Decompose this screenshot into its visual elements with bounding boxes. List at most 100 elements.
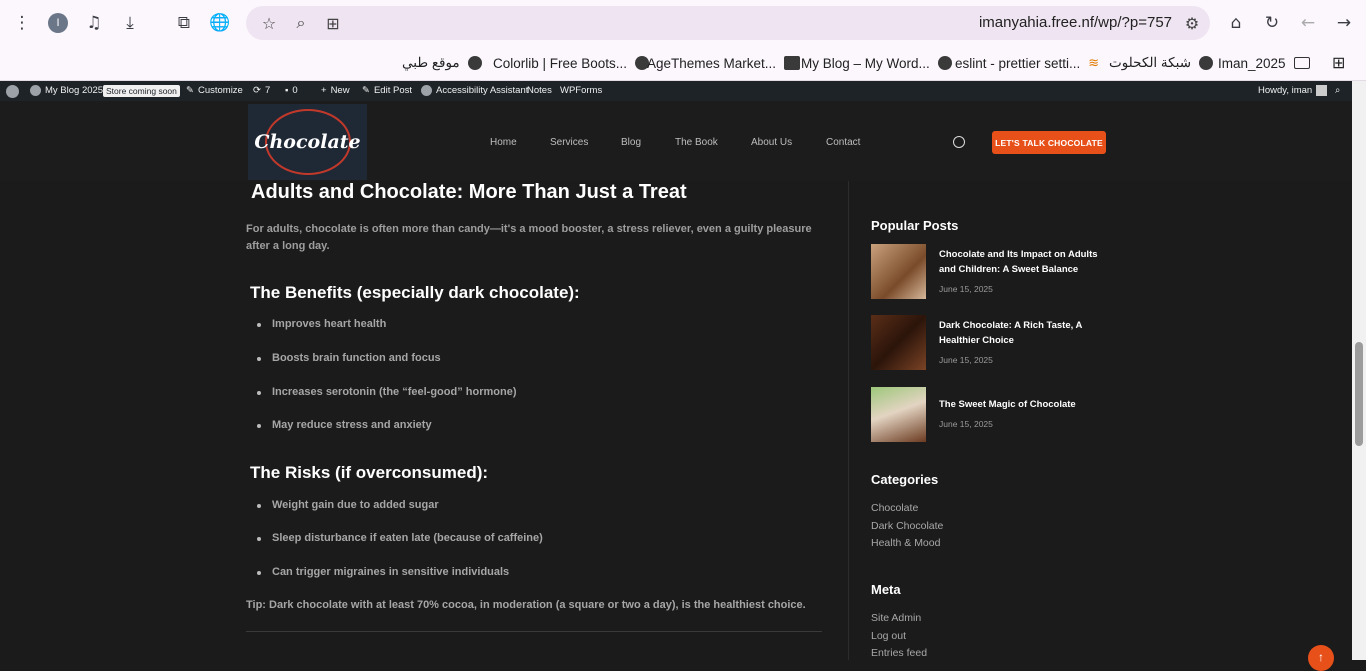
download-icon[interactable]: ⤓ — [118, 11, 142, 35]
popular-post-title[interactable]: The Sweet Magic of Chocolate — [939, 397, 1109, 412]
updates-link[interactable]: ⟳ 7 — [253, 85, 270, 96]
bookmark-star-icon[interactable]: ☆ — [257, 11, 281, 35]
bookmark-label: eslint - prettier setti... — [955, 55, 1081, 71]
bookmark-item[interactable]: Colorlib | Free Boots... — [493, 52, 650, 74]
comment-icon: ▪ — [285, 85, 289, 96]
admin-search-icon[interactable]: ⌕ — [1335, 85, 1340, 96]
list-item: Sleep disturbance if eaten late (because… — [272, 532, 543, 544]
scroll-to-top-button[interactable]: ↑ — [1308, 645, 1334, 671]
extension-globe-icon[interactable]: 🌐 — [208, 11, 232, 35]
bullet — [257, 391, 261, 395]
extensions-icon[interactable]: ⧉ — [172, 11, 196, 35]
address-bar[interactable]: ☆ ⌕ ⊞ imanyahia.free.nf/wp/?p=757 ⚙ — [246, 6, 1210, 40]
comments-link[interactable]: ▪ 0 — [285, 85, 298, 96]
back-icon[interactable]: ← — [1296, 11, 1320, 35]
site-logo[interactable]: Chocolate — [248, 104, 367, 180]
category-link[interactable]: Dark Chocolate — [871, 520, 943, 532]
site-settings-icon[interactable]: ⚙ — [1180, 11, 1204, 35]
menu-icon[interactable]: ⋮ — [10, 11, 34, 35]
wpforms-label: WPForms — [560, 85, 603, 96]
accessibility-label: Accessibility Assistant — [436, 85, 529, 96]
list-item: Increases serotonin (the “feel-good” hor… — [272, 386, 517, 398]
home-icon[interactable]: ⌂ — [1224, 11, 1248, 35]
bookmark-item[interactable]: موقع طبي — [402, 52, 482, 74]
store-badge[interactable]: Store coming soon — [103, 85, 180, 97]
updates-icon: ⟳ — [253, 85, 261, 96]
url-text[interactable]: imanyahia.free.nf/wp/?p=757 — [979, 14, 1172, 31]
logo-text: Chocolate — [254, 131, 361, 153]
meta-link[interactable]: Log out — [871, 630, 906, 642]
bullet — [257, 323, 261, 327]
bullet — [257, 504, 261, 508]
customize-link[interactable]: ✎ Customize — [186, 85, 243, 96]
reload-icon[interactable]: ↻ — [1260, 11, 1284, 35]
list-item: Improves heart health — [272, 318, 387, 330]
wp-logo-icon[interactable] — [6, 85, 19, 98]
nav-services[interactable]: Services — [550, 137, 588, 148]
cta-button[interactable]: LET'S TALK CHOCOLATE — [992, 131, 1106, 154]
scrollbar-thumb[interactable] — [1355, 342, 1363, 446]
bookmark-label: موقع طبي — [402, 55, 460, 70]
popular-post-date: June 15, 2025 — [939, 419, 993, 429]
bookmark-label: AgeThemes Market... — [647, 55, 777, 71]
bookmark-item[interactable]: My Blog – My Word... — [801, 52, 952, 74]
meta-link[interactable]: Entries feed — [871, 647, 927, 659]
meta-link[interactable]: Site Admin — [871, 612, 921, 624]
bookmark-item[interactable]: شبكة الكحلوت — [1109, 52, 1214, 74]
article-intro: For adults, chocolate is often more than… — [246, 223, 812, 252]
new-link[interactable]: + New — [321, 85, 350, 96]
article-divider — [246, 631, 822, 632]
globe-icon — [1199, 56, 1214, 70]
nav-home[interactable]: Home — [490, 137, 517, 148]
bookmark-label: شبكة الكحلوت — [1109, 55, 1192, 70]
popular-post-title[interactable]: Dark Chocolate: A Rich Taste, A Healthie… — [939, 318, 1109, 348]
wpforms-link[interactable]: WPForms — [560, 85, 602, 96]
nav-the-book[interactable]: The Book — [675, 137, 718, 148]
store-badge-label: Store coming soon — [103, 85, 180, 97]
avatar — [1316, 85, 1328, 96]
translate-icon[interactable]: ⊞ — [321, 11, 345, 35]
edit-post-link[interactable]: ✎ Edit Post — [362, 85, 412, 96]
brush-icon: ✎ — [186, 85, 194, 96]
bookmarks-bar: موقع طبي Colorlib | Free Boots... AgeThe… — [0, 46, 1366, 81]
site-name-label: My Blog 2025 — [45, 85, 104, 96]
dashboard-icon — [30, 85, 41, 96]
list-item: Weight gain due to added sugar — [272, 499, 439, 511]
post-thumbnail[interactable] — [871, 244, 926, 299]
category-link[interactable]: Health & Mood — [871, 537, 940, 549]
nav-contact[interactable]: Contact — [826, 137, 860, 148]
popular-post-date: June 15, 2025 — [939, 284, 993, 294]
bookmark-label: My Blog – My Word... — [801, 55, 930, 71]
popular-post-title[interactable]: Chocolate and Its Impact on Adults and C… — [939, 247, 1109, 277]
all-bookmarks-icon[interactable]: ⊞ — [1332, 52, 1345, 74]
list-item: Can trigger migraines in sensitive indiv… — [272, 566, 510, 578]
profile-button[interactable]: I — [46, 11, 70, 35]
category-link[interactable]: Chocolate — [871, 502, 918, 514]
account-menu[interactable]: Howdy, iman — [1258, 85, 1328, 96]
media-icon[interactable]: ♫ — [82, 11, 106, 35]
admin-site-name[interactable]: My Blog 2025 — [30, 85, 103, 96]
bookmark-item[interactable]: eslint - prettier setti... ≋ — [955, 52, 1099, 74]
bullet — [257, 537, 261, 541]
profile-avatar: I — [48, 13, 68, 33]
notes-label: Notes — [527, 85, 552, 96]
bullet — [257, 571, 261, 575]
search-icon[interactable] — [953, 136, 965, 148]
nav-about-us[interactable]: About Us — [751, 137, 792, 148]
globe-icon — [937, 56, 952, 70]
benefits-heading: The Benefits (especially dark chocolate)… — [250, 283, 580, 302]
accessibility-link[interactable]: Accessibility Assistant — [421, 85, 528, 96]
folder-icon — [1293, 57, 1310, 69]
post-thumbnail[interactable] — [871, 315, 926, 370]
zoom-icon[interactable]: ⌕ — [289, 11, 313, 35]
updates-count: 7 — [264, 85, 271, 96]
bullet — [257, 424, 261, 428]
site-icon — [784, 56, 801, 70]
notes-link[interactable]: Notes — [527, 85, 552, 96]
list-item: Boosts brain function and focus — [272, 352, 441, 364]
nav-blog[interactable]: Blog — [621, 137, 641, 148]
bookmark-folder[interactable]: Iman_2025 — [1218, 52, 1310, 74]
post-thumbnail[interactable] — [871, 387, 926, 442]
forward-icon[interactable]: → — [1332, 11, 1356, 35]
bookmark-item[interactable]: AgeThemes Market... — [647, 52, 801, 74]
